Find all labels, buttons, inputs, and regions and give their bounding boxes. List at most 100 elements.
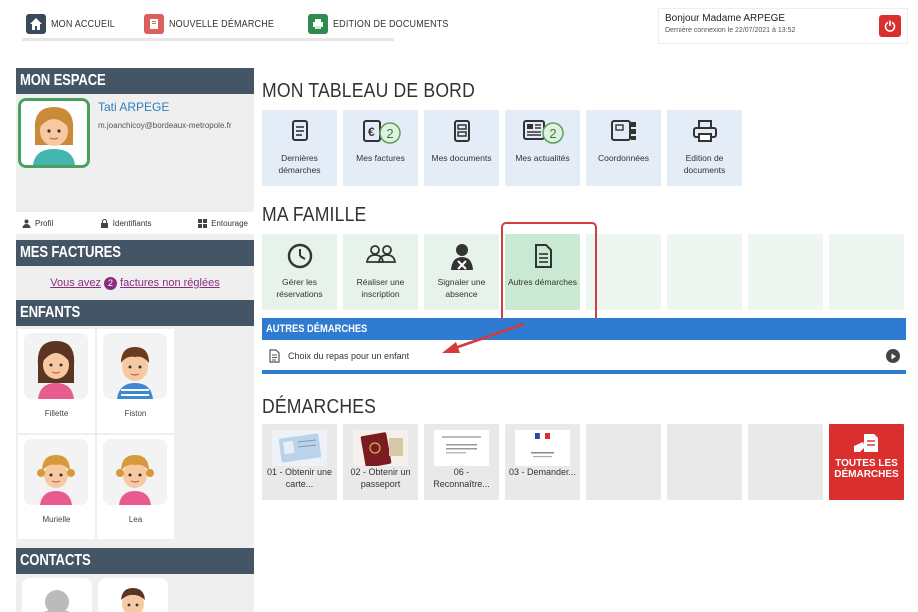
passport-thumbnail	[353, 430, 408, 466]
autres-demarches-item[interactable]: Choix du repas pour un enfant	[262, 342, 906, 370]
child-card[interactable]: Fiston	[97, 329, 174, 433]
famille-title: MA FAMILLE	[262, 204, 367, 226]
folder-documents-icon	[424, 118, 499, 144]
contacts-list	[16, 574, 254, 612]
tile-demander[interactable]: 03 - Demander...	[505, 424, 580, 500]
tile-mes-factures[interactable]: €2 Mes factures	[343, 110, 418, 186]
child-card[interactable]: Lea	[97, 435, 174, 539]
tile-label: Coordonnées	[597, 153, 650, 163]
child-name: Fillette	[44, 409, 69, 418]
nav-home-button[interactable]: MON ACCUEIL	[22, 9, 126, 39]
tile-reconnaitre[interactable]: 06 - Reconnaître...	[424, 424, 499, 500]
power-icon	[884, 20, 896, 32]
unpaid-invoices-link[interactable]: Vous avez 2 factures non réglées	[16, 266, 254, 300]
play-circle-icon[interactable]	[886, 349, 900, 363]
autres-demarches-underline	[262, 370, 906, 374]
official-document-thumbnail	[515, 430, 570, 466]
profil-link[interactable]: Profil	[22, 219, 53, 228]
user-icon	[22, 219, 31, 228]
euro-document-icon: €2	[343, 118, 418, 146]
tile-label: Mes actualités	[515, 153, 570, 163]
children-list: Fillette Fiston Murielle Lea	[16, 326, 254, 542]
dashboard-title: MON TABLEAU DE BORD	[262, 80, 475, 102]
child-avatar	[103, 439, 167, 505]
contact-card[interactable]	[98, 578, 168, 612]
document-list-icon	[262, 118, 337, 144]
svg-text:€: €	[368, 125, 375, 139]
tile-mes-actualites[interactable]: 2 Mes actualités	[505, 110, 580, 186]
invoice-suffix: factures non réglées	[120, 277, 220, 289]
tile-empty	[667, 234, 742, 310]
document-thumbnail	[434, 430, 489, 466]
tile-mes-documents[interactable]: Mes documents	[424, 110, 499, 186]
tile-label: 01 - Obtenir une carte...	[266, 467, 333, 489]
mon-espace-header: MON ESPACE	[16, 68, 254, 94]
child-card[interactable]: Murielle	[18, 435, 95, 539]
autres-demarches-item-label: Choix du repas pour un enfant	[288, 351, 410, 361]
child-avatar	[24, 333, 88, 399]
sidebar: MON ESPACE Tati ARPEGE m.joanchicoy@bord…	[16, 68, 254, 612]
contact-card[interactable]	[22, 578, 92, 612]
tile-dernieres-demarches[interactable]: Dernières démarches	[262, 110, 337, 186]
tile-edition-documents[interactable]: Edition de documents	[667, 110, 742, 186]
tile-realiser-inscription[interactable]: Réaliser une inscription	[343, 234, 418, 310]
tile-label: Gérer les réservations	[276, 277, 323, 299]
dashboard-tiles: Dernières démarches €2 Mes factures Mes …	[262, 110, 742, 186]
tile-coordonnees[interactable]: Coordonnées	[586, 110, 661, 186]
identifiants-link[interactable]: Identifiants	[100, 219, 152, 228]
toutes-les-demarches-button[interactable]: TOUTES LES DÉMARCHES	[829, 424, 904, 500]
printer-icon	[667, 118, 742, 144]
profile-email: m.joanchicoy@bordeaux-metropole.fr	[98, 121, 232, 130]
nav-edition-documents-button[interactable]: EDITION DE DOCUMENTS	[304, 9, 465, 39]
tile-empty	[586, 424, 661, 500]
tile-label: 06 - Reconnaître...	[433, 467, 490, 489]
child-card[interactable]: Fillette	[18, 329, 95, 433]
user-greeting: Bonjour Madame ARPEGE	[665, 13, 786, 24]
nav-new-demarche-label: NOUVELLE DÉMARCHE	[169, 18, 275, 30]
grid-icon	[198, 218, 208, 228]
profile-name: Tati ARPEGE	[98, 100, 170, 114]
tile-empty	[748, 424, 823, 500]
tile-label: Mes documents	[431, 153, 492, 163]
tile-gerer-reservations[interactable]: Gérer les réservations	[262, 234, 337, 310]
id-card-thumbnail	[272, 430, 327, 466]
avatar[interactable]	[18, 98, 90, 168]
tile-label: Mes factures	[356, 153, 405, 163]
tile-obtenir-carte[interactable]: 01 - Obtenir une carte...	[262, 424, 337, 500]
profile-links: Profil Identifiants Entourage	[16, 212, 254, 234]
mes-factures-header: MES FACTURES	[16, 240, 254, 266]
contact-card-icon	[586, 118, 661, 144]
profile-section: Tati ARPEGE m.joanchicoy@bordeaux-metrop…	[16, 94, 254, 216]
last-connection: Dernière connexion le 22/07/2021 à 13:52	[665, 27, 796, 34]
logout-button[interactable]	[879, 15, 901, 37]
enfants-header: ENFANTS	[16, 300, 254, 326]
badge-count: 2	[549, 126, 556, 141]
demarches-title: DÉMARCHES	[262, 396, 377, 418]
tile-empty	[667, 424, 742, 500]
highlight-box	[501, 222, 597, 327]
badge-count: 2	[386, 126, 393, 141]
nav-underline	[22, 38, 394, 41]
child-name: Murielle	[42, 515, 71, 524]
lock-icon	[100, 218, 109, 228]
new-demarche-icon	[144, 14, 165, 34]
nav-home-label: MON ACCUEIL	[51, 18, 115, 30]
child-name: Lea	[128, 515, 143, 524]
tile-label: TOUTES LES DÉMARCHES	[834, 458, 899, 480]
entourage-link[interactable]: Entourage	[198, 218, 248, 228]
document-icon	[268, 349, 280, 363]
tile-label: Réaliser une inscription	[356, 277, 405, 299]
user-remove-icon	[424, 242, 499, 272]
tile-label: 02 - Obtenir un passeport	[350, 467, 411, 489]
tile-label: 03 - Demander...	[508, 467, 577, 477]
tile-obtenir-passeport[interactable]: 02 - Obtenir un passeport	[343, 424, 418, 500]
tile-empty	[748, 234, 823, 310]
group-icon	[343, 242, 418, 268]
top-navigation: MON ACCUEIL NOUVELLE DÉMARCHE EDITION DE…	[22, 6, 465, 42]
autres-demarches-header: AUTRES DÉMARCHES	[262, 318, 906, 340]
annotation-arrow	[442, 322, 525, 353]
contacts-header: CONTACTS	[16, 548, 254, 574]
nav-new-demarche-button[interactable]: NOUVELLE DÉMARCHE	[140, 9, 290, 39]
tile-signaler-absence[interactable]: Signaler une absence	[424, 234, 499, 310]
tile-label: Signaler une absence	[437, 277, 486, 299]
